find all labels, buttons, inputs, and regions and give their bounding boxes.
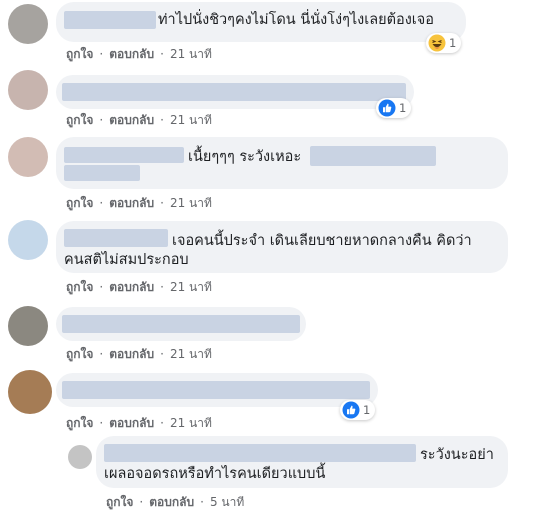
reply-link[interactable]: ตอบกลับ — [109, 347, 154, 361]
reply-link[interactable]: ตอบกลับ — [109, 416, 154, 430]
reaction-count: 1 — [399, 101, 407, 115]
separator: · — [99, 280, 104, 294]
reaction-badge[interactable]: 1 — [426, 33, 462, 53]
comment-text: เจอคนนี้ประจำ เดินเลียบชายหาดกลางคืน คิด… — [172, 233, 472, 249]
redacted-name — [62, 381, 370, 399]
separator: · — [99, 347, 104, 361]
avatar[interactable] — [8, 370, 52, 414]
redacted-name — [62, 83, 406, 101]
comment-text: เนื้ยๆๆๆ ระวังเหอะ — [188, 149, 302, 165]
separator: · — [160, 196, 164, 210]
avatar[interactable] — [8, 70, 48, 110]
like-thumb-icon — [378, 99, 396, 117]
reply-link[interactable]: ตอบกลับ — [109, 47, 154, 61]
comment-text: ท่าไปนั่งชิวๆคงไม่โดน นี่นั่งโง่ๆไงเลยต้… — [158, 12, 434, 28]
separator: · — [160, 113, 164, 127]
reply-link[interactable]: ตอบกลับ — [109, 113, 154, 127]
separator: · — [139, 495, 144, 509]
redacted-name — [64, 11, 156, 29]
like-link[interactable]: ถูกใจ — [66, 347, 93, 361]
like-link[interactable]: ถูกใจ — [66, 113, 93, 127]
redacted-name — [62, 315, 300, 333]
reaction-badge[interactable]: 1 — [340, 400, 376, 420]
comment-actions: ถูกใจ · ตอบกลับ · 21 นาที — [66, 278, 212, 297]
comment-actions: ถูกใจ · ตอบกลับ · 21 นาที — [66, 111, 212, 130]
reply-link[interactable]: ตอบกลับ — [109, 196, 154, 210]
comment-text: ระวังนะอย่า — [420, 447, 494, 463]
haha-emoji-icon — [428, 34, 446, 52]
like-link[interactable]: ถูกใจ — [106, 495, 133, 509]
comment-actions: ถูกใจ · ตอบกลับ · 21 นาที — [66, 414, 212, 433]
like-link[interactable]: ถูกใจ — [66, 416, 93, 430]
timestamp[interactable]: 21 นาที — [170, 416, 212, 430]
redacted-mention — [310, 146, 436, 166]
separator: · — [99, 47, 104, 61]
avatar[interactable] — [8, 306, 48, 346]
separator: · — [160, 347, 164, 361]
comment-text: คนสติไม่สมประกอบ — [64, 252, 189, 268]
redacted-name — [64, 229, 168, 247]
like-link[interactable]: ถูกใจ — [66, 280, 93, 294]
timestamp[interactable]: 21 นาที — [170, 47, 212, 61]
comment-actions: ถูกใจ · ตอบกลับ · 21 นาที — [66, 194, 212, 213]
comment-actions: ถูกใจ · ตอบกลับ · 21 นาที — [66, 345, 212, 364]
reply-link[interactable]: ตอบกลับ — [149, 495, 194, 509]
separator: · — [99, 196, 104, 210]
separator: · — [99, 416, 104, 430]
like-thumb-icon — [342, 401, 360, 419]
timestamp[interactable]: 21 นาที — [170, 347, 212, 361]
comment-actions: ถูกใจ · ตอบกลับ · 5 นาที — [106, 493, 244, 512]
like-link[interactable]: ถูกใจ — [66, 47, 93, 61]
separator: · — [99, 113, 104, 127]
redacted-name — [104, 444, 416, 462]
separator: · — [200, 495, 204, 509]
separator: · — [160, 416, 164, 430]
avatar[interactable] — [8, 220, 48, 260]
separator: · — [160, 47, 164, 61]
reply-link[interactable]: ตอบกลับ — [109, 280, 154, 294]
avatar[interactable] — [8, 4, 48, 44]
avatar[interactable] — [68, 445, 92, 469]
comment-text: เผลอจอดรถหรือทำไรคนเดียวแบบนี้ — [104, 466, 326, 482]
timestamp[interactable]: 21 นาที — [170, 113, 212, 127]
separator: · — [160, 280, 164, 294]
redacted-name — [64, 147, 184, 163]
timestamp[interactable]: 21 นาที — [170, 196, 212, 210]
timestamp[interactable]: 5 นาที — [210, 495, 244, 509]
reaction-count: 1 — [449, 36, 457, 50]
redacted-name — [64, 165, 140, 181]
comment-actions: ถูกใจ · ตอบกลับ · 21 นาที — [66, 45, 212, 64]
timestamp[interactable]: 21 นาที — [170, 280, 212, 294]
reaction-count: 1 — [363, 403, 371, 417]
avatar[interactable] — [8, 137, 48, 177]
like-link[interactable]: ถูกใจ — [66, 196, 93, 210]
reaction-badge[interactable]: 1 — [376, 98, 412, 118]
